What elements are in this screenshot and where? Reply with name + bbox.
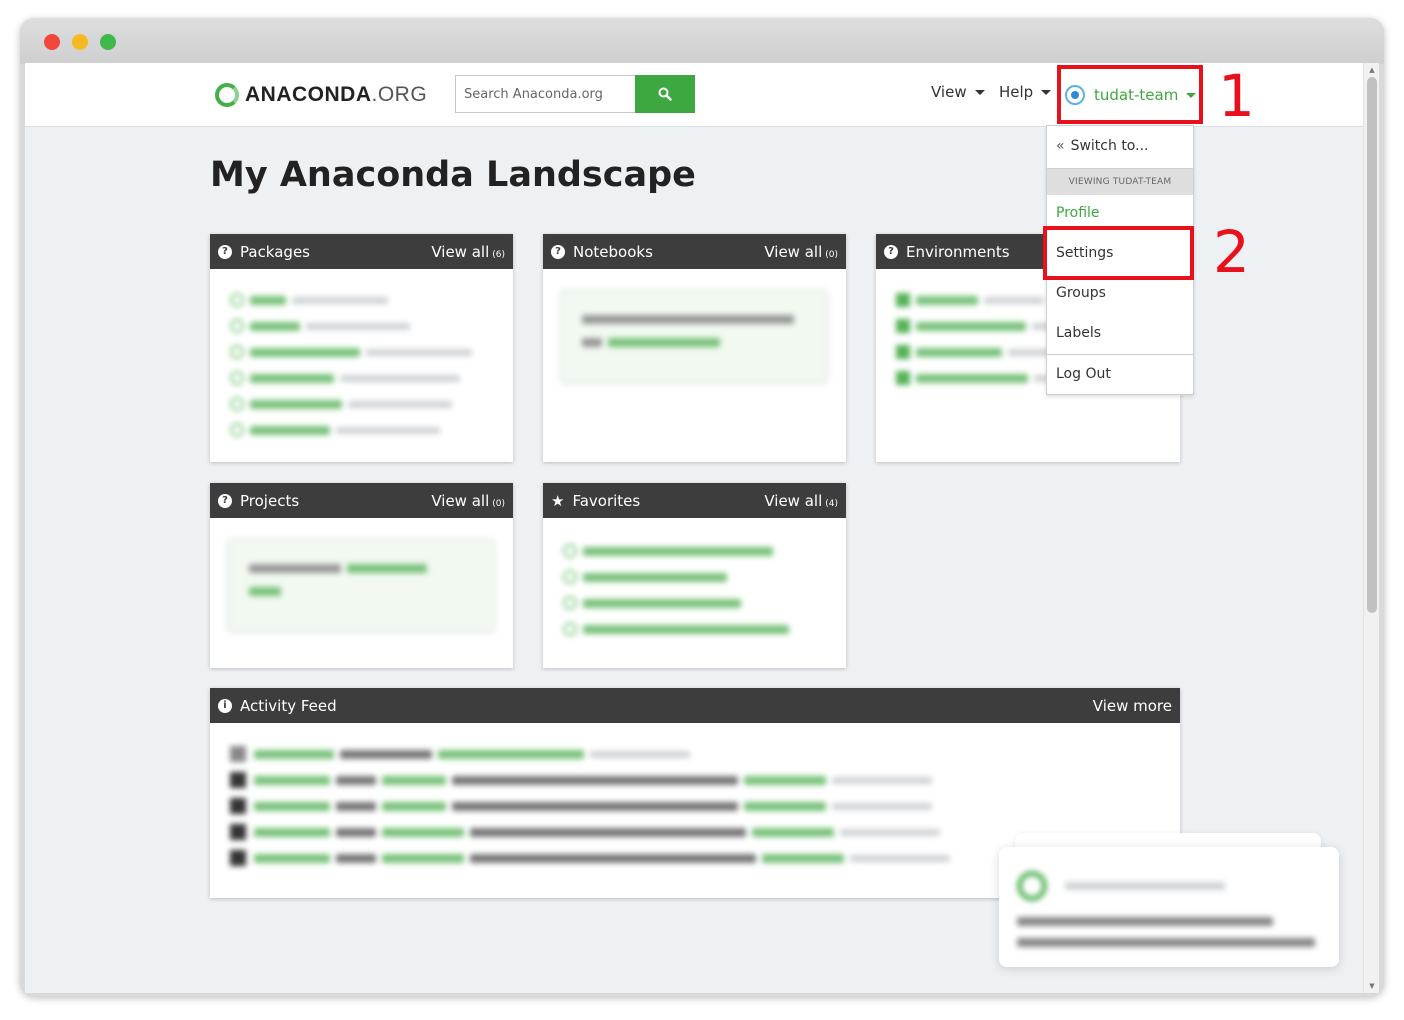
close-window-button[interactable] [44, 34, 60, 50]
help-circle-icon[interactable]: ? [218, 493, 232, 508]
favorites-view-all-link[interactable]: View all (4) [764, 492, 838, 510]
page-title: My Anaconda Landscape [210, 155, 696, 195]
annotation-box-1 [1057, 65, 1203, 124]
menu-divider [1047, 354, 1193, 355]
vertical-scrollbar[interactable]: ▲ ▼ [1363, 63, 1379, 993]
star-icon: ★ [551, 491, 565, 510]
packages-card: ? Packages View all (6) [210, 234, 513, 462]
activity-feed-header: i Activity Feed View more [210, 688, 1180, 723]
switch-to-item[interactable]: «Switch to... [1047, 138, 1193, 154]
log-out-item[interactable]: Log Out [1047, 366, 1193, 382]
caret-down-icon [1041, 89, 1052, 95]
packages-card-header: ? Packages View all (6) [210, 234, 513, 269]
card-title: Favorites [572, 491, 641, 510]
groups-item[interactable]: Groups [1047, 285, 1193, 301]
scroll-up-arrow-icon[interactable]: ▲ [1367, 65, 1377, 75]
help-circle-icon[interactable]: ? [551, 244, 565, 259]
caret-down-icon [974, 89, 985, 95]
search-button[interactable] [635, 75, 695, 113]
packages-list [210, 269, 513, 437]
search-icon [658, 87, 672, 101]
annotation-box-2 [1043, 226, 1194, 280]
favorites-list [543, 518, 846, 636]
logo-text: ANACONDA.ORG [245, 83, 428, 106]
projects-view-all-link[interactable]: View all (0) [431, 492, 505, 510]
nav-view-menu[interactable]: View [931, 83, 985, 101]
anaconda-ring-icon [215, 83, 239, 107]
packages-view-all-link[interactable]: View all (6) [431, 243, 505, 261]
card-title: Packages [240, 242, 310, 261]
projects-card-header: ? Projects View all (0) [210, 483, 513, 518]
search-input[interactable] [455, 75, 635, 113]
labels-item[interactable]: Labels [1047, 325, 1193, 341]
favorites-card-header: ★ Favorites View all (4) [543, 483, 846, 518]
notebooks-card: ? Notebooks View all (0) [543, 234, 846, 462]
notebooks-empty-message [561, 290, 827, 382]
notebooks-card-header: ? Notebooks View all (0) [543, 234, 846, 269]
anaconda-logo[interactable]: ANACONDA.ORG [215, 81, 427, 109]
viewing-account-header: VIEWING TUDAT-TEAM [1047, 169, 1193, 195]
projects-empty-message [228, 539, 494, 631]
help-circle-icon[interactable]: ? [884, 244, 898, 259]
card-title: Environments [906, 242, 1010, 261]
scroll-down-arrow-icon[interactable]: ▼ [1367, 981, 1377, 991]
nav-help-menu[interactable]: Help [999, 83, 1052, 101]
search-bar [455, 75, 695, 113]
double-chevron-left-icon: « [1056, 138, 1065, 154]
card-title: Projects [240, 491, 300, 510]
help-circle-icon[interactable]: ? [218, 244, 232, 259]
notification-toast[interactable] [999, 847, 1339, 967]
favorites-card: ★ Favorites View all (4) [543, 483, 846, 668]
notebooks-view-all-link[interactable]: View all (0) [764, 243, 838, 261]
info-circle-icon[interactable]: i [218, 698, 232, 713]
page-viewport: ANACONDA.ORG View Help tudat-team My Ana… [25, 63, 1363, 993]
profile-item[interactable]: Profile [1047, 205, 1193, 221]
card-title: Notebooks [573, 242, 653, 261]
annotation-number-2: 2 [1213, 218, 1250, 286]
scrollbar-thumb[interactable] [1367, 77, 1377, 613]
browser-window: ANACONDA.ORG View Help tudat-team My Ana… [20, 18, 1384, 996]
projects-card: ? Projects View all (0) [210, 483, 513, 668]
activity-view-more-link[interactable]: View more [1093, 697, 1172, 715]
maximize-window-button[interactable] [100, 34, 116, 50]
card-title: Activity Feed [240, 696, 337, 715]
window-titlebar [20, 18, 1384, 64]
minimize-window-button[interactable] [72, 34, 88, 50]
annotation-number-1: 1 [1218, 63, 1255, 130]
